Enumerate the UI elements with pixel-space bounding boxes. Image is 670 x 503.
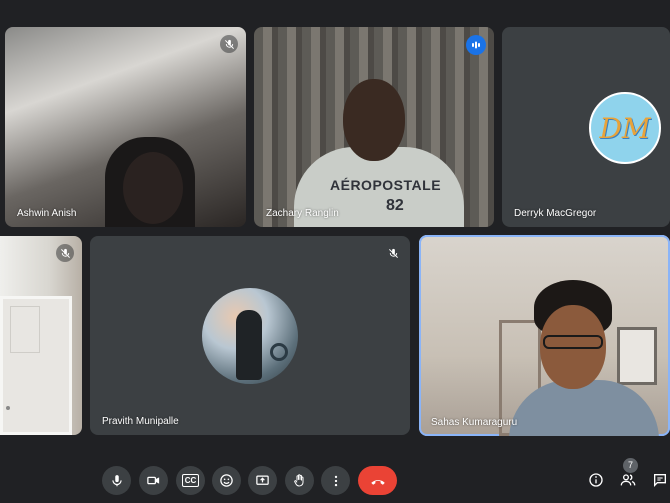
camera-button[interactable] — [139, 466, 168, 495]
participant-tile-pravith[interactable]: Pravith Munipalle — [90, 236, 410, 435]
avatar — [202, 288, 298, 384]
emoji-button[interactable] — [212, 466, 241, 495]
camera-icon — [147, 476, 160, 485]
glasses — [543, 335, 603, 349]
participant-name: Ashwin Anish — [17, 208, 77, 219]
info-button[interactable] — [584, 468, 608, 492]
shirt-number: 82 — [386, 197, 404, 214]
participant-name: Pravith Munipalle — [102, 416, 179, 427]
chat-button[interactable] — [648, 468, 670, 492]
participant-video-head — [123, 152, 183, 224]
muted-icon — [384, 244, 402, 262]
participant-video-head — [343, 79, 405, 161]
participant-tile-zachary[interactable]: AÉROPOSTALE 82 Zachary Ranglin — [254, 27, 494, 227]
muted-icon — [220, 35, 238, 53]
raise-hand-button[interactable] — [285, 466, 314, 495]
meeting-controls: CC 7 — [0, 458, 670, 503]
speaking-indicator-icon — [466, 35, 486, 55]
avatar-initials: DM — [599, 111, 651, 145]
avatar-wheel — [270, 343, 288, 361]
participant-tile-partial[interactable] — [0, 236, 82, 435]
people-button[interactable]: 7 — [616, 458, 640, 492]
mic-icon — [111, 474, 122, 486]
shirt-text: AÉROPOSTALE — [330, 177, 442, 193]
chat-icon — [654, 474, 666, 487]
participant-name: Sahas Kumaraguru — [431, 417, 518, 428]
info-icon — [589, 473, 603, 487]
hangup-button[interactable] — [358, 466, 397, 495]
door-panel — [10, 306, 40, 353]
present-button[interactable] — [248, 466, 277, 495]
captions-icon: CC — [181, 474, 200, 487]
participant-name: Zachary Ranglin — [266, 208, 339, 219]
present-icon — [256, 475, 269, 485]
door-knob — [6, 406, 10, 410]
hangup-icon — [370, 479, 385, 485]
participant-tile-ashwin[interactable]: Ashwin Anish — [5, 27, 246, 227]
participant-tile-derryk[interactable]: DM Derryk MacGregor — [502, 27, 670, 227]
raise-hand-icon — [294, 474, 304, 487]
wall-frame — [617, 327, 657, 385]
mic-button[interactable] — [102, 466, 131, 495]
more-options-button[interactable] — [321, 466, 350, 495]
muted-icon — [56, 244, 74, 262]
people-icon — [620, 474, 636, 486]
avatar: DM — [589, 92, 661, 164]
participant-name: Derryk MacGregor — [514, 208, 597, 219]
people-count-badge: 7 — [623, 458, 638, 473]
captions-button[interactable]: CC — [176, 466, 205, 495]
participant-tile-sahas[interactable]: Sahas Kumaraguru — [419, 235, 670, 436]
more-options-icon — [334, 475, 337, 486]
avatar-figure — [236, 310, 262, 380]
emoji-icon — [220, 474, 233, 487]
